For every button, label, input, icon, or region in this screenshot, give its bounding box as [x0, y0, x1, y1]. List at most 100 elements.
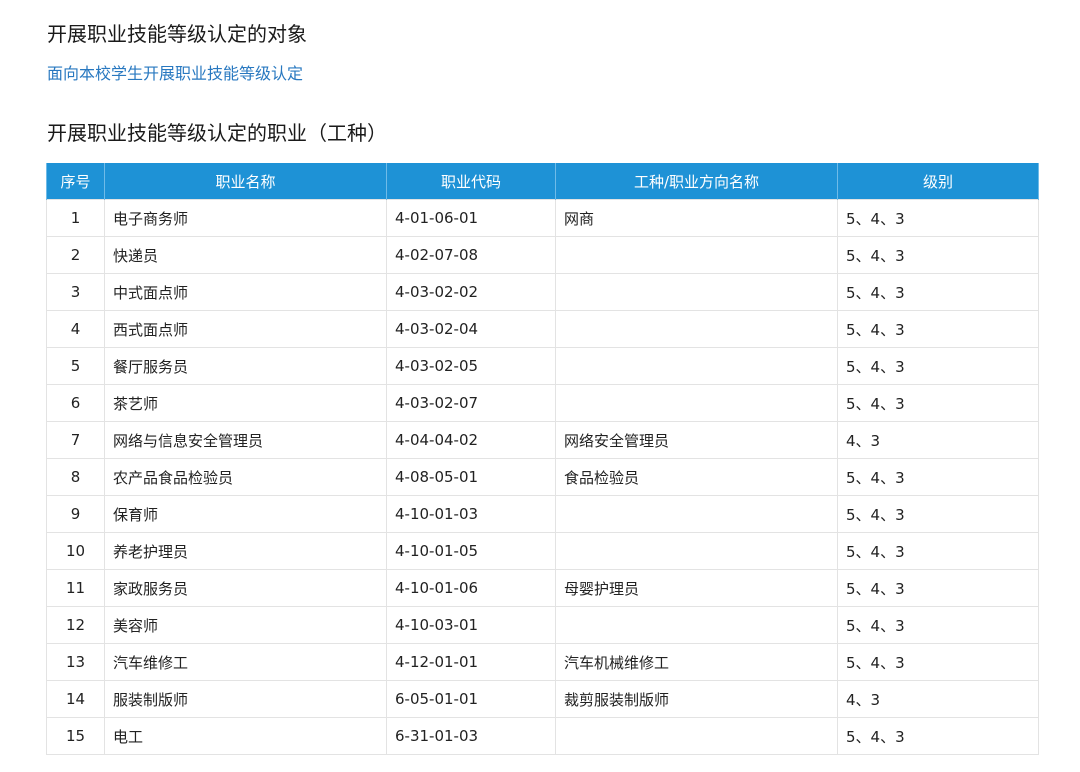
cell-code: 4-03-02-04: [386, 310, 556, 348]
cell-name: 网络与信息安全管理员: [104, 421, 387, 459]
cell-direction: [555, 532, 838, 570]
cell-name: 家政服务员: [104, 569, 387, 607]
cell-code: 4-01-06-01: [386, 199, 556, 237]
table-row: 2 快递员 4-02-07-08 5、4、3: [46, 236, 1039, 274]
table-row: 13 汽车维修工 4-12-01-01 汽车机械维修工 5、4、3: [46, 643, 1039, 681]
cell-level: 5、4、3: [837, 495, 1039, 533]
cell-name: 养老护理员: [104, 532, 387, 570]
section-title-occupations: 开展职业技能等级认定的职业（工种）: [47, 121, 387, 145]
cell-name: 保育师: [104, 495, 387, 533]
cell-code: 4-10-01-05: [386, 532, 556, 570]
table-row: 15 电工 6-31-01-03 5、4、3: [46, 717, 1039, 755]
cell-name: 快递员: [104, 236, 387, 274]
cell-code: 4-02-07-08: [386, 236, 556, 274]
cell-name: 汽车维修工: [104, 643, 387, 681]
cell-no: 3: [46, 273, 105, 311]
cell-level: 5、4、3: [837, 717, 1039, 755]
cell-code: 6-05-01-01: [386, 680, 556, 718]
table-row: 8 农产品食品检验员 4-08-05-01 食品检验员 5、4、3: [46, 458, 1039, 496]
cell-level: 5、4、3: [837, 347, 1039, 385]
cell-no: 14: [46, 680, 105, 718]
cell-code: 4-12-01-01: [386, 643, 556, 681]
cell-no: 7: [46, 421, 105, 459]
cell-level: 4、3: [837, 680, 1039, 718]
cell-code: 4-03-02-05: [386, 347, 556, 385]
cell-no: 15: [46, 717, 105, 755]
table-row: 11 家政服务员 4-10-01-06 母婴护理员 5、4、3: [46, 569, 1039, 607]
table-body: 1 电子商务师 4-01-06-01 网商 5、4、3 2 快递员 4-02-07-08 5、4…: [46, 199, 1039, 755]
cell-no: 2: [46, 236, 105, 274]
table-row: 1 电子商务师 4-01-06-01 网商 5、4、3: [46, 199, 1039, 237]
occupation-table: 序号 职业名称 职业代码 工种/职业方向名称 级别 1 电子商务师 4-01-06-…: [46, 163, 1039, 755]
table-header-row: 序号 职业名称 职业代码 工种/职业方向名称 级别: [46, 163, 1039, 200]
table-row: 9 保育师 4-10-01-03 5、4、3: [46, 495, 1039, 533]
cell-level: 5、4、3: [837, 273, 1039, 311]
cell-level: 5、4、3: [837, 199, 1039, 237]
cell-direction: [555, 347, 838, 385]
cell-no: 5: [46, 347, 105, 385]
cell-level: 5、4、3: [837, 532, 1039, 570]
header-level: 级别: [837, 163, 1039, 200]
cell-name: 中式面点师: [104, 273, 387, 311]
cell-direction: 裁剪服装制版师: [555, 680, 838, 718]
header-no: 序号: [46, 163, 105, 200]
cell-no: 11: [46, 569, 105, 607]
cell-direction: 网商: [555, 199, 838, 237]
target-link[interactable]: 面向本校学生开展职业技能等级认定: [47, 62, 303, 86]
cell-no: 4: [46, 310, 105, 348]
cell-direction: [555, 273, 838, 311]
cell-direction: [555, 236, 838, 274]
cell-direction: [555, 310, 838, 348]
cell-no: 1: [46, 199, 105, 237]
cell-no: 9: [46, 495, 105, 533]
cell-direction: [555, 384, 838, 422]
cell-no: 10: [46, 532, 105, 570]
cell-direction: 食品检验员: [555, 458, 838, 496]
cell-level: 5、4、3: [837, 310, 1039, 348]
cell-level: 5、4、3: [837, 384, 1039, 422]
table-row: 10 养老护理员 4-10-01-05 5、4、3: [46, 532, 1039, 570]
cell-direction: 网络安全管理员: [555, 421, 838, 459]
header-name: 职业名称: [104, 163, 387, 200]
cell-no: 12: [46, 606, 105, 644]
cell-name: 电工: [104, 717, 387, 755]
table-row: 4 西式面点师 4-03-02-04 5、4、3: [46, 310, 1039, 348]
cell-code: 4-10-01-03: [386, 495, 556, 533]
cell-code: 4-10-01-06: [386, 569, 556, 607]
cell-name: 茶艺师: [104, 384, 387, 422]
table-row: 5 餐厅服务员 4-03-02-05 5、4、3: [46, 347, 1039, 385]
cell-direction: 母婴护理员: [555, 569, 838, 607]
table-row: 6 茶艺师 4-03-02-07 5、4、3: [46, 384, 1039, 422]
cell-no: 13: [46, 643, 105, 681]
cell-direction: [555, 606, 838, 644]
page: 开展职业技能等级认定的对象 面向本校学生开展职业技能等级认定 开展职业技能等级认…: [0, 0, 1080, 772]
header-code: 职业代码: [386, 163, 556, 200]
cell-no: 6: [46, 384, 105, 422]
table-row: 14 服装制版师 6-05-01-01 裁剪服装制版师 4、3: [46, 680, 1039, 718]
cell-code: 4-04-04-02: [386, 421, 556, 459]
cell-level: 5、4、3: [837, 236, 1039, 274]
cell-direction: 汽车机械维修工: [555, 643, 838, 681]
cell-direction: [555, 717, 838, 755]
cell-level: 4、3: [837, 421, 1039, 459]
cell-direction: [555, 495, 838, 533]
cell-name: 餐厅服务员: [104, 347, 387, 385]
cell-code: 4-03-02-07: [386, 384, 556, 422]
cell-name: 农产品食品检验员: [104, 458, 387, 496]
cell-name: 西式面点师: [104, 310, 387, 348]
cell-name: 服装制版师: [104, 680, 387, 718]
cell-code: 4-10-03-01: [386, 606, 556, 644]
table-row: 7 网络与信息安全管理员 4-04-04-02 网络安全管理员 4、3: [46, 421, 1039, 459]
cell-code: 4-08-05-01: [386, 458, 556, 496]
header-direction: 工种/职业方向名称: [555, 163, 838, 200]
cell-level: 5、4、3: [837, 606, 1039, 644]
cell-no: 8: [46, 458, 105, 496]
cell-name: 美容师: [104, 606, 387, 644]
table-row: 3 中式面点师 4-03-02-02 5、4、3: [46, 273, 1039, 311]
cell-code: 6-31-01-03: [386, 717, 556, 755]
section-title-target: 开展职业技能等级认定的对象: [47, 22, 307, 46]
cell-level: 5、4、3: [837, 569, 1039, 607]
table-row: 12 美容师 4-10-03-01 5、4、3: [46, 606, 1039, 644]
cell-name: 电子商务师: [104, 199, 387, 237]
cell-level: 5、4、3: [837, 458, 1039, 496]
